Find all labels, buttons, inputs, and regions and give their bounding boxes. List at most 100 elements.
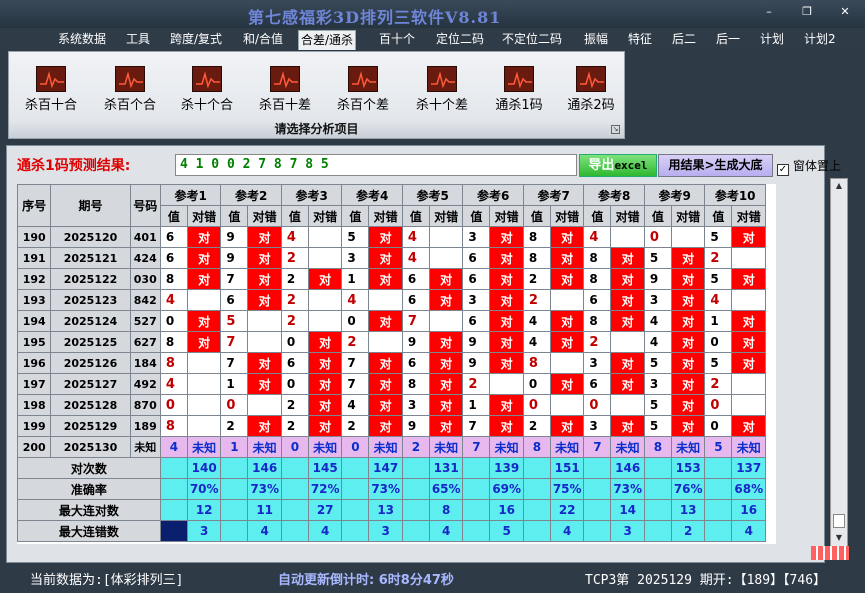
cell-value: 4 bbox=[704, 289, 733, 311]
table-row[interactable]: 195 2025125 627 8 对 7 0 对 2 9 对 9 对 4 对 2 4 对 0 对 bbox=[17, 331, 766, 353]
cell-mark: 对 bbox=[549, 268, 585, 290]
close-icon[interactable]: ✕ bbox=[838, 6, 852, 18]
minimize-icon[interactable]: – bbox=[762, 6, 776, 18]
always-on-top-checkbox[interactable]: ✓ 窗体置上 bbox=[777, 157, 841, 176]
stats-spacer bbox=[280, 457, 309, 479]
cell-value: 5 bbox=[643, 394, 672, 416]
vertical-scrollbar[interactable]: ▲ ▼ bbox=[830, 178, 848, 550]
stats-spacer bbox=[704, 478, 733, 500]
ribbon-button-5[interactable]: 杀百个差 bbox=[328, 66, 398, 118]
cell-value: 1 bbox=[462, 394, 491, 416]
table-row[interactable]: 193 2025123 842 4 6 对 2 4 6 对 3 对 2 6 对 3 对 4 bbox=[17, 289, 766, 311]
menu-item-14[interactable]: 计划2 bbox=[802, 30, 838, 50]
cell-value: 9 bbox=[401, 415, 430, 437]
generate-base-button[interactable]: 用结果>生成大底 bbox=[658, 154, 773, 177]
cell-value: 7 bbox=[220, 352, 249, 374]
menu-item-1[interactable]: 系统数据 bbox=[56, 30, 108, 50]
table-row[interactable]: 199 2025129 189 8 2 对 2 对 2 对 9 对 7 对 2 对 3 对 5 对 0 对 bbox=[17, 415, 766, 437]
scroll-up-icon[interactable]: ▲ bbox=[834, 181, 844, 193]
table-row[interactable]: 196 2025126 184 8 7 对 6 对 7 对 6 对 9 对 8 3 对 5 对 5 对 bbox=[17, 352, 766, 374]
menu-item-9[interactable]: 振幅 bbox=[582, 30, 610, 50]
menu-item-2[interactable]: 工具 bbox=[124, 30, 152, 50]
prediction-result-field[interactable]: 4 1 0 0 2 7 8 7 8 5 bbox=[175, 154, 577, 176]
menu-item-5[interactable]: 合差/通杀 bbox=[298, 30, 357, 50]
cell-mark: 对 bbox=[428, 373, 464, 395]
ribbon-button-label: 杀百个差 bbox=[336, 98, 389, 113]
ribbon-button-6[interactable]: 杀十个差 bbox=[407, 66, 477, 118]
right-wrong-header: 对错 bbox=[307, 205, 343, 227]
menu-item-6[interactable]: 百十个 bbox=[377, 30, 417, 50]
cell-value: 5 bbox=[643, 352, 672, 374]
stats-value: 14 bbox=[610, 499, 645, 521]
table-row[interactable]: 194 2025124 527 0 对 5 2 0 对 7 6 对 4 对 8 对 4 对 1 对 bbox=[17, 310, 766, 332]
menu-item-13[interactable]: 计划 bbox=[758, 30, 786, 50]
cell-value: 1 bbox=[220, 373, 249, 395]
scroll-down-icon[interactable]: ▼ bbox=[834, 533, 844, 545]
checkbox-box[interactable]: ✓ bbox=[777, 164, 789, 176]
cell-value: 0 bbox=[704, 394, 733, 416]
cell-mark: 对 bbox=[610, 352, 645, 374]
predicted-value: 0 bbox=[341, 436, 370, 458]
stats-value: 70% bbox=[186, 478, 222, 500]
cell-value: 3 bbox=[462, 289, 491, 311]
table-row[interactable]: 198 2025128 870 0 0 2 对 4 对 3 对 1 对 0 0 5 对 0 bbox=[17, 394, 766, 416]
row-code: 492 bbox=[129, 373, 161, 395]
export-excel-button[interactable]: 导出excel bbox=[579, 154, 657, 177]
ribbon-button-2[interactable]: 杀百个合 bbox=[95, 66, 165, 118]
menu-item-3[interactable]: 跨度/复式 bbox=[168, 30, 224, 50]
menu-item-8[interactable]: 不定位二码 bbox=[500, 30, 564, 50]
cell-value: 2 bbox=[522, 415, 551, 437]
predicted-value: 2 bbox=[401, 436, 430, 458]
table-row[interactable]: 197 2025127 492 4 1 对 0 对 7 对 8 对 2 0 对 6 对 3 对 2 bbox=[17, 373, 766, 395]
cell-value: 2 bbox=[280, 415, 309, 437]
menu-item-12[interactable]: 后一 bbox=[714, 30, 742, 50]
cell-value: 0 bbox=[280, 331, 309, 353]
table-row[interactable]: 192 2025122 030 8 对 7 对 2 对 1 对 6 对 6 对 2 对 8 对 9 对 5 对 bbox=[17, 268, 766, 290]
table-row[interactable]: 190 2025120 401 6 对 9 对 4 5 对 4 3 对 8 对 4 0 5 对 bbox=[17, 226, 766, 248]
value-header: 值 bbox=[704, 205, 733, 227]
ribbon-button-3[interactable]: 杀十个合 bbox=[172, 66, 242, 118]
menu-item-11[interactable]: 后二 bbox=[670, 30, 698, 50]
cell-mark: 对 bbox=[428, 268, 464, 290]
cell-mark: 对 bbox=[368, 226, 403, 248]
restore-icon[interactable]: ❐ bbox=[800, 6, 814, 18]
cell-value: 2 bbox=[280, 310, 309, 332]
ref-header: 参考6 bbox=[462, 184, 524, 206]
unknown-status: 未知 bbox=[428, 436, 464, 458]
cell-value: 3 bbox=[583, 415, 612, 437]
ribbon-button-label: 通杀1码 bbox=[495, 98, 543, 113]
cell-mark: 对 bbox=[186, 331, 222, 353]
ribbon-button-7[interactable]: 通杀1码 bbox=[484, 66, 554, 118]
table-row[interactable]: 191 2025121 424 6 对 9 对 2 3 对 4 6 对 8 对 8 对 5 对 2 bbox=[17, 247, 766, 269]
cell-value: 7 bbox=[220, 331, 249, 353]
row-code: 189 bbox=[129, 415, 161, 437]
ribbon-button-4[interactable]: 杀百十差 bbox=[250, 66, 320, 118]
row-code: 527 bbox=[129, 310, 161, 332]
menu-item-10[interactable]: 特征 bbox=[626, 30, 654, 50]
value-header: 值 bbox=[341, 205, 370, 227]
right-wrong-header: 对错 bbox=[489, 205, 524, 227]
row-seq: 196 bbox=[17, 352, 52, 374]
cell-mark bbox=[186, 289, 222, 311]
ribbon-button-1[interactable]: 杀百十合 bbox=[16, 66, 86, 118]
stats-spacer bbox=[583, 499, 612, 521]
ribbon-button-8[interactable]: 通杀2码 bbox=[556, 66, 626, 118]
stats-value: 5 bbox=[489, 520, 524, 542]
cell-mark bbox=[368, 289, 403, 311]
ribbon-launcher-icon[interactable]: ↘ bbox=[611, 125, 620, 134]
cell-mark: 对 bbox=[731, 268, 766, 290]
cell-mark bbox=[186, 394, 222, 416]
stats-value: 4 bbox=[428, 520, 464, 542]
unknown-status: 未知 bbox=[307, 436, 343, 458]
update-countdown: 自动更新倒计时: 6时8分47秒 bbox=[278, 573, 454, 588]
menu-item-7[interactable]: 定位二码 bbox=[434, 30, 486, 50]
menu-item-4[interactable]: 和/合值 bbox=[241, 30, 285, 50]
cell-mark: 对 bbox=[549, 331, 585, 353]
row-code: 030 bbox=[129, 268, 161, 290]
row-code: 未知 bbox=[129, 436, 161, 458]
stats-spacer bbox=[704, 520, 733, 542]
prediction-row[interactable]: 200 2025130 未知 4 未知 1 未知 0 未知 0 未知 2 未知 7 未知 8 未知 7 未知 8 未知 5… bbox=[17, 436, 766, 458]
scroll-thumb[interactable] bbox=[833, 514, 845, 528]
last-draw-info: TCP3第 2025129 期开:【189】【746】 bbox=[585, 573, 827, 588]
unknown-status: 未知 bbox=[731, 436, 766, 458]
